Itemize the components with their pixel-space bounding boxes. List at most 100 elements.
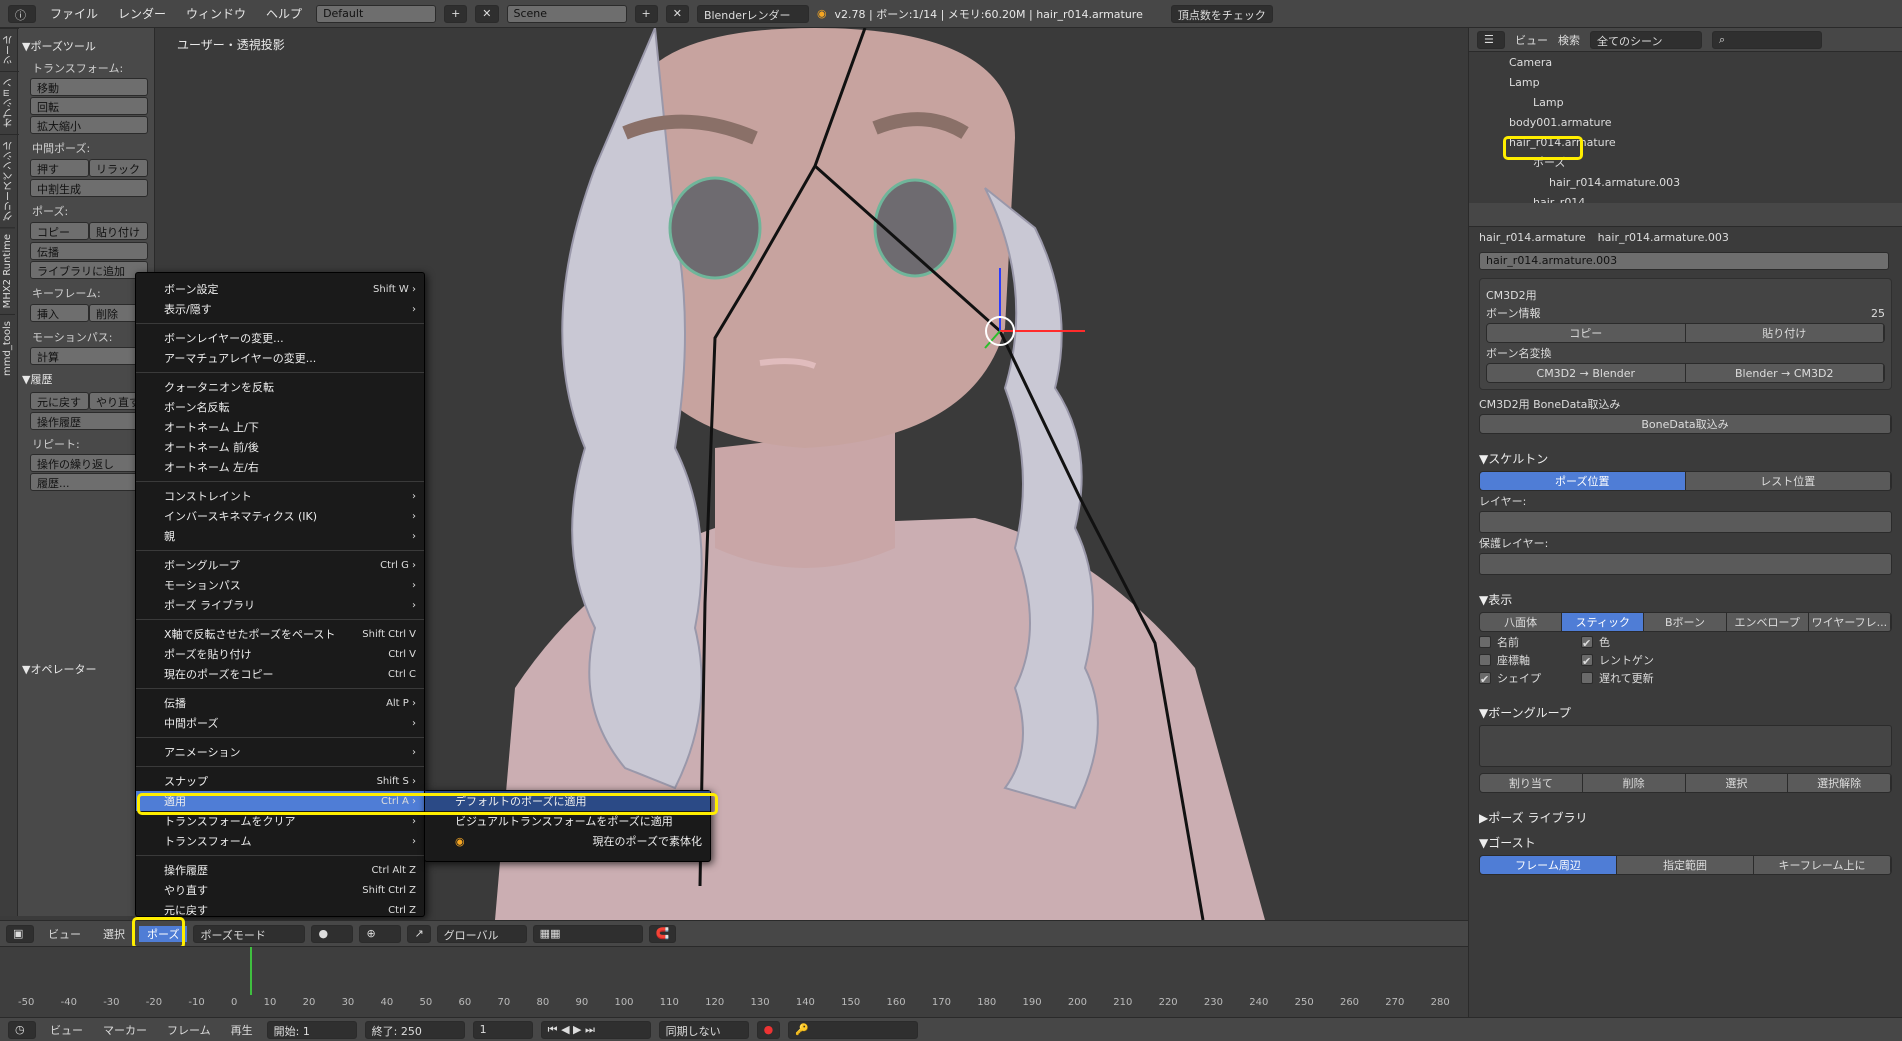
protect-layers-grid[interactable] [1479, 553, 1892, 575]
timeline-play[interactable]: 再生 [225, 1022, 259, 1038]
pose-menu-item[interactable]: コンストレイント › [136, 486, 424, 506]
operator-header[interactable]: ▼オペレーター [22, 661, 150, 677]
push-button[interactable]: 押す [30, 159, 89, 177]
remove-scene-button[interactable]: ✕ [665, 4, 689, 23]
tab-grease-pencil[interactable]: グリースペンシル [0, 134, 19, 227]
pose-menu-item[interactable]: 中間ポーズ › [136, 713, 424, 733]
pose-menu-item[interactable]: 現在のポーズをコピー Ctrl C [136, 664, 424, 684]
xray-checkbox[interactable]: ✔ レントゲン [1581, 652, 1654, 668]
display-octahedral[interactable]: 八面体 [1480, 613, 1563, 631]
history-header[interactable]: ▼履歴 [22, 371, 150, 387]
pose-menu-item[interactable]: アーマチュアレイヤーの変更... [136, 348, 424, 368]
pose-menu-item[interactable]: X軸で反転させたポーズをペースト Shift Ctrl V [136, 624, 424, 644]
check-vertices-button[interactable]: 頂点数をチェック [1170, 4, 1273, 23]
ghost-on-keyframes[interactable]: キーフレーム上に [1754, 856, 1891, 874]
pivot-select[interactable]: ⊕ [359, 924, 402, 943]
tab-mmd-tools[interactable]: mmd_tools [0, 314, 15, 383]
scene-select[interactable]: Scene [506, 4, 627, 23]
rotate-button[interactable]: 回転 [30, 97, 148, 115]
ghost-in-range[interactable]: 指定範囲 [1617, 856, 1754, 874]
pose-menu-item[interactable]: オートネーム 上/下 [136, 417, 424, 437]
pose-menu-item[interactable]: ボーングループ Ctrl G › [136, 555, 424, 575]
blender-to-cm-button[interactable]: Blender → CM3D2 [1685, 364, 1884, 382]
timeline-frame[interactable]: フレーム [161, 1022, 217, 1038]
layout-select[interactable]: Default [316, 4, 437, 23]
pose-menu-item[interactable]: オートネーム 前/後 [136, 437, 424, 457]
add-scene-button[interactable]: + [634, 4, 658, 23]
playback-controls[interactable]: ⏮ ◀ ▶ ⏭ [540, 1020, 651, 1039]
move-button[interactable]: 移動 [30, 78, 148, 96]
tab-mhx2[interactable]: MHX2 Runtime [0, 227, 15, 315]
bone-groups-list[interactable] [1479, 725, 1892, 767]
calculate-button[interactable]: 計算 [30, 347, 148, 365]
editor-type-icon[interactable]: ▣ [6, 924, 34, 943]
end-frame-field[interactable]: 終了: 250 [364, 1020, 465, 1039]
shapes-checkbox[interactable]: ✔ シェイプ [1479, 670, 1541, 686]
render-engine-select[interactable]: Blenderレンダー [696, 4, 809, 23]
scale-button[interactable]: 拡大縮小 [30, 116, 148, 134]
pose-library-header[interactable]: ▶ポーズ ライブラリ [1479, 809, 1892, 826]
ghost-around-frame[interactable]: フレーム周辺 [1480, 856, 1617, 874]
undo-button[interactable]: 元に戻す [30, 392, 89, 410]
rest-position-button[interactable]: レスト位置 [1685, 472, 1891, 490]
cm-to-blender-button[interactable]: CM3D2 → Blender [1487, 364, 1686, 382]
layers-grid[interactable]: ▦▦ [532, 924, 643, 943]
crumb-armature[interactable]: hair_r014.armature [1479, 231, 1586, 244]
repeat-history-button[interactable]: 履歴... [30, 473, 148, 491]
pose-tools-header[interactable]: ▼ポーズツール [22, 38, 150, 54]
delay-checkbox[interactable]: 遅れて更新 [1581, 670, 1654, 686]
outliner-search-menu[interactable]: 検索 [1558, 32, 1580, 48]
pose-menu-item[interactable]: 表示/隠す › [136, 299, 424, 319]
current-frame-field[interactable]: 1 [472, 1020, 533, 1039]
pose-menu-item[interactable]: ポーズ ライブラリ › [136, 595, 424, 615]
timeline-view[interactable]: ビュー [44, 1022, 89, 1038]
sync-select[interactable]: 同期しない [658, 1020, 749, 1039]
snap-toggle[interactable]: 🧲 [648, 924, 677, 943]
names-checkbox[interactable]: 名前 [1479, 634, 1541, 650]
display-stick[interactable]: スティック [1562, 613, 1645, 631]
pose-menu-item[interactable]: スナップ Shift S › [136, 771, 424, 791]
outliner-row[interactable]: body001.armature [1469, 112, 1902, 132]
display-bbone[interactable]: Bボーン [1644, 613, 1727, 631]
repeat-last-button[interactable]: 操作の繰り返し [30, 454, 148, 472]
pose-menu-item[interactable]: ボーンレイヤーの変更... [136, 328, 424, 348]
remove-button[interactable]: 削除 [1582, 774, 1686, 792]
manipulator-toggle[interactable]: ↗ [407, 924, 431, 943]
info-editor-icon[interactable]: ⓘ [8, 4, 36, 23]
pose-menu-item[interactable]: トランスフォーム › [136, 831, 424, 851]
add-layout-button[interactable]: + [444, 4, 468, 23]
bone-info-paste-button[interactable]: 貼り付け [1685, 324, 1884, 342]
outliner-row[interactable]: Lamp [1469, 92, 1902, 112]
orientation-select[interactable]: グローバル [436, 924, 527, 943]
pose-menu-item[interactable]: アニメーション › [136, 742, 424, 762]
timeline-editor-icon[interactable]: ◷ [8, 1020, 36, 1039]
bone-groups-header[interactable]: ▼ボーングループ [1479, 704, 1892, 721]
pose-menu-item[interactable]: ポーズを貼り付け Ctrl V [136, 644, 424, 664]
paste-pose-button[interactable]: 貼り付け [89, 222, 148, 240]
start-frame-field[interactable]: 開始: 1 [266, 1020, 357, 1039]
pose-menu-item[interactable]: オートネーム 左/右 [136, 457, 424, 477]
assign-button[interactable]: 割り当て [1480, 774, 1583, 792]
outliner-row[interactable]: hair_r014.armature.003 [1469, 172, 1902, 192]
display-envelope[interactable]: エンベロープ [1726, 613, 1809, 631]
pose-menu-item[interactable]: 操作履歴 Ctrl Alt Z [136, 860, 424, 880]
undo-history-button[interactable]: 操作履歴 [30, 412, 148, 430]
pose-menu-item[interactable]: クォータニオンを反転 [136, 377, 424, 397]
display-header[interactable]: ▼表示 [1479, 591, 1892, 608]
outliner-view-menu[interactable]: ビュー [1515, 32, 1548, 48]
pose-menu-item[interactable]: 親 › [136, 526, 424, 546]
menu-select[interactable]: 選択 [95, 926, 133, 942]
menu-file[interactable]: ファイル [44, 5, 104, 22]
outliner-search-input[interactable]: ⌕ [1712, 30, 1822, 49]
apply-current-pose[interactable]: ◉ 現在のポーズで素体化 [425, 831, 710, 851]
outliner-row[interactable]: Lamp [1469, 72, 1902, 92]
deselect-button[interactable]: 選択解除 [1788, 774, 1891, 792]
relax-button[interactable]: リラック [89, 159, 148, 177]
pose-menu-item[interactable]: 伝播 Alt P › [136, 693, 424, 713]
select-button[interactable]: 選択 [1685, 774, 1789, 792]
pose-position-button[interactable]: ポーズ位置 [1480, 472, 1686, 490]
menu-render[interactable]: レンダー [112, 5, 172, 22]
layers-grid[interactable] [1479, 511, 1892, 533]
ghost-header[interactable]: ▼ゴースト [1479, 834, 1892, 851]
mode-select[interactable]: ポーズモード [193, 924, 306, 943]
